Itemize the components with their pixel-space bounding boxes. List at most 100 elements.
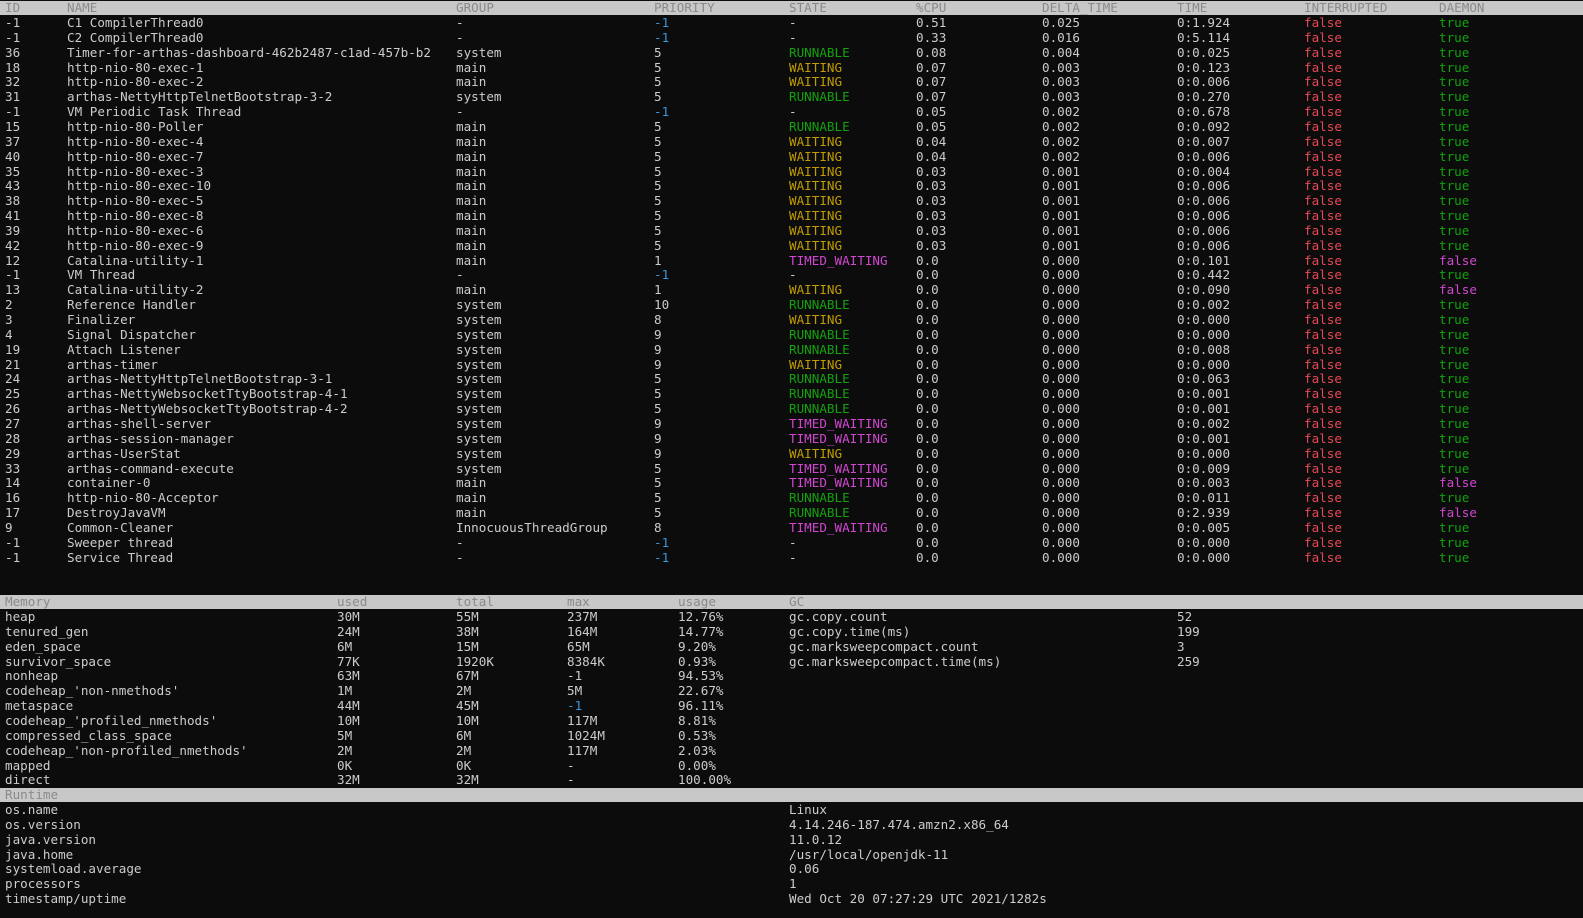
- thread-row: 33 arthas-command-execute system 5 TIMED_WAI…: [0, 462, 1583, 477]
- thread-group: main: [456, 238, 487, 253]
- thread-cpu: 0.03: [916, 223, 947, 238]
- thread-time: 0:0.009: [1177, 461, 1231, 476]
- thread-interrupted: false: [1304, 268, 1342, 283]
- thread-group: main: [456, 506, 487, 521]
- thread-state: WAITING: [789, 75, 843, 90]
- thread-cpu: 0.0: [916, 520, 939, 535]
- memory-usage: 0.53%: [678, 728, 716, 743]
- thread-row: 37 http-nio-80-exec-4 main 5 WAITING 0.04 0.00…: [0, 135, 1583, 150]
- thread-cpu: 0.0: [916, 372, 939, 387]
- arthas-dashboard: ID NAME GROUP PRIORITY STATE %CPU DELTA_…: [0, 0, 1583, 918]
- thread-name: arthas-shell-server: [67, 416, 212, 431]
- thread-name: arthas-NettyHttpTelnetBootstrap-3-2: [67, 90, 333, 105]
- thread-daemon: true: [1439, 179, 1470, 194]
- thread-row: 42 http-nio-80-exec-9 main 5 WAITING 0.03 0.00…: [0, 239, 1583, 254]
- thread-delta-time: 0.016: [1042, 30, 1080, 45]
- thread-group: system: [456, 372, 502, 387]
- thread-id: 4: [5, 327, 13, 342]
- thread-row: 15 http-nio-80-Poller main 5 RUNNABLE 0.05 0.0…: [0, 120, 1583, 135]
- thread-group: main: [456, 476, 487, 491]
- thread-cpu: 0.0: [916, 268, 939, 283]
- thread-cpu: 0.0: [916, 550, 939, 565]
- thread-state: RUNNABLE: [789, 491, 850, 506]
- thread-id: 33: [5, 461, 21, 476]
- memory-name: direct: [5, 773, 51, 788]
- memory-max: 5M: [567, 684, 583, 699]
- memory-name: codeheap_'profiled_nmethods': [5, 713, 218, 728]
- thread-name: Reference Handler: [67, 298, 196, 313]
- thread-interrupted: false: [1304, 179, 1342, 194]
- thread-daemon: true: [1439, 134, 1470, 149]
- memory-usage: 22.67%: [678, 684, 724, 699]
- thread-name: http-nio-80-exec-2: [67, 75, 204, 90]
- thread-group: system: [456, 461, 502, 476]
- memory-name: tenured_gen: [5, 624, 89, 639]
- thread-row: 28 arthas-session-manager system 9 TIMED_WAI…: [0, 432, 1583, 447]
- col-priority: PRIORITY: [654, 1, 715, 15]
- memory-row: codeheap_'non-profiled_nmethods' 2M 2M 117M…: [0, 744, 1583, 759]
- thread-group: main: [456, 491, 487, 506]
- memory-name: codeheap_'non-nmethods': [5, 684, 180, 699]
- thread-delta-time: 0.000: [1042, 342, 1080, 357]
- thread-time: 0:0.006: [1177, 179, 1231, 194]
- col-id: ID: [5, 1, 21, 15]
- thread-row: 13 Catalina-utility-2 main 1 WAITING 0.0 0.000…: [0, 283, 1583, 298]
- thread-time: 0:0.006: [1177, 238, 1231, 253]
- thread-name: http-nio-80-exec-5: [67, 194, 204, 209]
- runtime-key: timestamp/uptime: [5, 892, 127, 907]
- thread-daemon: true: [1439, 16, 1470, 30]
- memory-used: 44M: [337, 699, 360, 714]
- memory-row: metaspace 44M 45M -1 96.11%: [0, 699, 1583, 714]
- thread-group: main: [456, 179, 487, 194]
- thread-row: 18 http-nio-80-exec-1 main 5 WAITING 0.07 0.00…: [0, 61, 1583, 76]
- thread-name: http-nio-80-Acceptor: [67, 491, 219, 506]
- thread-time: 0:0.000: [1177, 327, 1231, 342]
- thread-state: -: [789, 535, 797, 550]
- thread-cpu: 0.03: [916, 238, 947, 253]
- thread-cpu: 0.03: [916, 179, 947, 194]
- thread-name: Service Thread: [67, 550, 174, 565]
- thread-priority: -1: [654, 16, 670, 30]
- thread-row: 24 arthas-NettyHttpTelnetBootstrap-3-1 sys…: [0, 372, 1583, 387]
- thread-row: -1 Sweeper thread - -1 - 0.0 0.000 0:0.000 false…: [0, 536, 1583, 551]
- thread-group: -: [456, 105, 464, 120]
- gc-value: 259: [1177, 654, 1200, 669]
- thread-time: 0:0.007: [1177, 134, 1231, 149]
- thread-row: 29 arthas-UserStat system 9 WAITING 0.0 0.000 0…: [0, 447, 1583, 462]
- thread-daemon: true: [1439, 75, 1470, 90]
- gc-value: 3: [1177, 639, 1185, 654]
- thread-priority: 5: [654, 223, 662, 238]
- thread-row: 32 http-nio-80-exec-2 main 5 WAITING 0.07 0.00…: [0, 75, 1583, 90]
- thread-time: 0:0.000: [1177, 535, 1231, 550]
- thread-daemon: false: [1439, 506, 1477, 521]
- memory-row: codeheap_'profiled_nmethods' 10M 10M 117M 8.…: [0, 714, 1583, 729]
- thread-time: 0:0.002: [1177, 416, 1231, 431]
- thread-interrupted: false: [1304, 119, 1342, 134]
- thread-group: system: [456, 342, 502, 357]
- thread-time: 0:0.092: [1177, 119, 1231, 134]
- memory-row: mapped 0K 0K - 0.00%: [0, 759, 1583, 774]
- runtime-value: 0.06: [789, 862, 820, 877]
- memory-used: 32M: [337, 773, 360, 788]
- memory-used: 77K: [337, 654, 360, 669]
- memory-total: 10M: [456, 713, 479, 728]
- thread-priority: 5: [654, 194, 662, 209]
- runtime-row: os.version 4.14.246-187.474.amzn2.x86_64: [0, 818, 1583, 833]
- thread-daemon: true: [1439, 446, 1470, 461]
- thread-group: main: [456, 253, 487, 268]
- thread-time: 0:0.001: [1177, 431, 1231, 446]
- thread-priority: 5: [654, 179, 662, 194]
- thread-state: RUNNABLE: [789, 402, 850, 417]
- thread-id: -1: [5, 105, 21, 120]
- gc-name: gc.marksweepcompact.count: [789, 639, 979, 654]
- thread-cpu: 0.0: [916, 535, 939, 550]
- thread-time: 0:0.002: [1177, 298, 1231, 313]
- thread-priority: -1: [654, 550, 670, 565]
- thread-delta-time: 0.003: [1042, 75, 1080, 90]
- thread-delta-time: 0.000: [1042, 506, 1080, 521]
- runtime-value: Wed Oct 20 07:27:29 UTC 2021/1282s: [789, 892, 1047, 907]
- thread-daemon: true: [1439, 327, 1470, 342]
- thread-time: 0:0.678: [1177, 105, 1231, 120]
- thread-row: -1 VM Thread - -1 - 0.0 0.000 0:0.442 false true: [0, 268, 1583, 283]
- thread-row: 38 http-nio-80-exec-5 main 5 WAITING 0.03 0.00…: [0, 194, 1583, 209]
